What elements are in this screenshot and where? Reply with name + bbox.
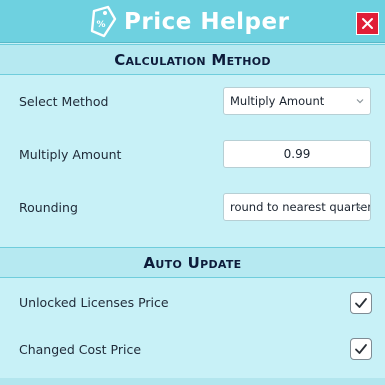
auto-update-header: Auto Update	[0, 247, 385, 278]
unlocked-licenses-label: Unlocked Licenses Price	[19, 295, 169, 310]
select-method-dropdown[interactable]: Multiply Amount	[223, 87, 371, 115]
rounding-label: Rounding	[19, 200, 78, 215]
multiply-amount-label: Multiply Amount	[19, 147, 122, 162]
multiply-amount-input[interactable]: 0.99	[223, 140, 371, 168]
app-title: Price Helper	[124, 9, 290, 35]
changed-cost-checkbox[interactable]	[350, 338, 372, 360]
checkmark-icon	[355, 298, 367, 308]
close-icon	[362, 18, 373, 29]
rounding-value: round to nearest quarter	[230, 200, 371, 214]
window-bottom-edge	[0, 378, 385, 385]
multiply-amount-value: 0.99	[283, 147, 311, 161]
checkmark-icon	[355, 344, 367, 354]
chevron-down-icon	[356, 205, 364, 210]
close-button[interactable]	[356, 12, 379, 35]
app-title-group: % Price Helper	[88, 4, 289, 40]
unlocked-licenses-checkbox[interactable]	[350, 292, 372, 314]
changed-cost-label: Changed Cost Price	[19, 342, 142, 357]
title-bar: % Price Helper	[0, 0, 385, 43]
select-method-value: Multiply Amount	[230, 94, 325, 108]
select-method-label: Select Method	[19, 94, 109, 109]
svg-text:%: %	[96, 20, 105, 30]
calculation-method-header: Calculation Method	[0, 44, 385, 75]
price-tag-icon: %	[90, 5, 117, 38]
chevron-down-icon	[356, 99, 364, 104]
section-title: Auto Update	[143, 253, 242, 272]
section-title: Calculation Method	[114, 50, 271, 69]
rounding-dropdown[interactable]: round to nearest quarter	[223, 193, 371, 221]
